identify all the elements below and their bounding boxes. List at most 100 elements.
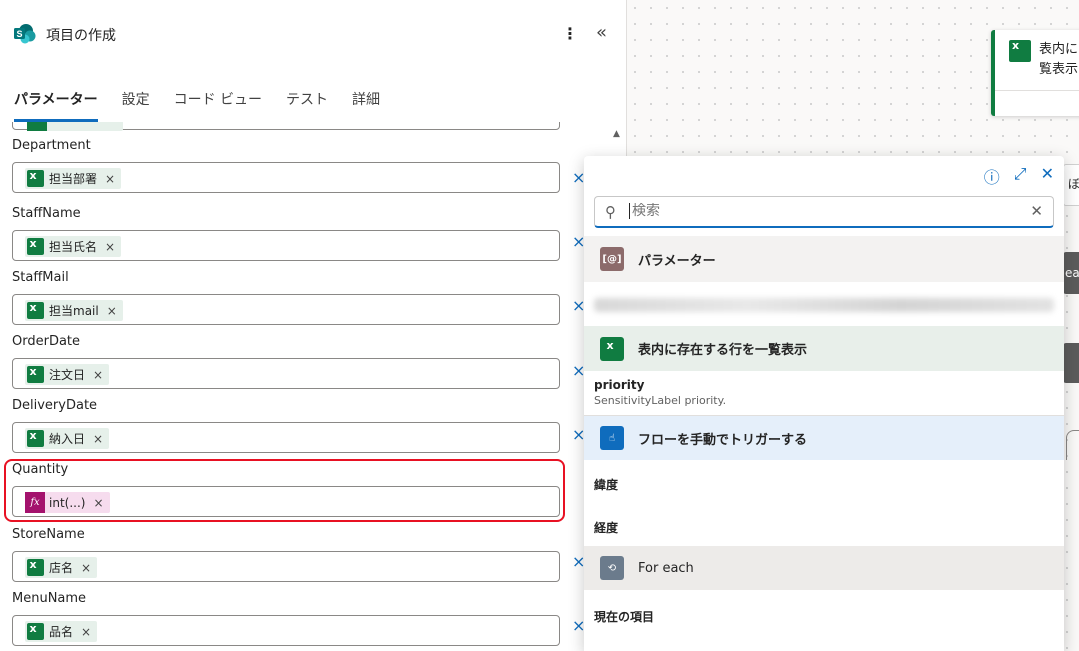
section-label: For each — [638, 560, 694, 576]
tab-details[interactable]: 詳細 — [352, 88, 380, 122]
tab-parameters[interactable]: パラメーター — [14, 88, 98, 122]
excel-icon — [25, 621, 45, 642]
field-staffmail: StaffMail 担当mail × — [12, 268, 560, 325]
dynamic-content-token[interactable]: 店名 × — [25, 557, 98, 578]
canvas-action-card[interactable]: 表内に覧表示 — [991, 30, 1079, 116]
field-input[interactable]: 店名 × — [12, 551, 560, 582]
field-input[interactable]: 注文日 × — [12, 358, 560, 389]
token-label: 注文日 — [49, 368, 86, 382]
excel-icon — [25, 364, 45, 385]
field-staffname: StaffName 担当氏名 × — [12, 204, 560, 261]
list-item-latitude[interactable]: 緯度 — [584, 476, 1064, 493]
section-for-each[interactable]: ⟲ For each — [584, 546, 1064, 590]
canvas-card-title-line2: 覧表示 — [1039, 62, 1079, 77]
section-label: 表内に存在する行を一覧表示 — [638, 343, 808, 358]
field-department: Department 担当部署 × — [12, 136, 560, 193]
token-label: 担当部署 — [49, 172, 98, 186]
dynamic-content-token[interactable]: 注文日 × — [25, 364, 110, 385]
canvas-card-title-line1: 表内に — [1039, 42, 1079, 57]
tab-settings[interactable]: 設定 — [122, 88, 150, 122]
parameters-list[interactable]: Department 担当部署 × × StaffName 担当氏名 × × — [0, 122, 626, 651]
item-name: 緯度 — [594, 478, 619, 492]
token-label: 担当氏名 — [49, 240, 98, 254]
item-name: priority — [594, 378, 645, 392]
function-icon: fx — [25, 492, 45, 513]
close-icon[interactable]: ✕ — [1041, 164, 1054, 188]
info-icon[interactable]: ⓘ — [984, 164, 1000, 188]
remove-token-icon[interactable]: × — [105, 240, 115, 254]
panel-header: S 項目の作成 ⋮ « — [0, 0, 626, 66]
remove-token-icon[interactable]: × — [107, 304, 117, 318]
loop-icon: ⟲ — [600, 556, 624, 580]
section-label: パラメーター — [638, 253, 716, 269]
svg-text:S: S — [16, 29, 22, 39]
section-list-rows[interactable]: 表内に存在する行を一覧表示 — [584, 326, 1064, 371]
field-input[interactable]: 担当部署 × — [12, 162, 560, 193]
clear-search-icon[interactable]: ✕ — [1030, 202, 1043, 220]
list-item-current-item[interactable]: 現在の項目 — [584, 608, 1064, 625]
remove-token-icon[interactable]: × — [93, 368, 103, 382]
sharepoint-icon: S — [14, 24, 36, 48]
remove-token-icon[interactable]: × — [81, 561, 91, 575]
parameter-icon: [@] — [600, 247, 624, 271]
excel-icon — [25, 168, 45, 189]
section-parameters[interactable]: [@] パラメーター — [584, 236, 1064, 282]
scroll-up-arrow-icon[interactable]: ▲ — [613, 129, 620, 139]
dynamic-content-token[interactable]: 担当部署 × — [25, 168, 122, 189]
excel-icon — [600, 336, 624, 361]
search-input[interactable] — [629, 203, 1009, 219]
field-label: StoreName — [12, 527, 85, 542]
dynamic-content-token[interactable]: 納入日 × — [25, 428, 110, 449]
expression-token[interactable]: fx int(...) × — [25, 492, 110, 513]
field-input[interactable]: 納入日 × — [12, 422, 560, 453]
tab-bar: パラメーター 設定 コード ビュー テスト 詳細 — [14, 88, 404, 122]
remove-token-icon[interactable]: × — [105, 172, 115, 186]
field-input[interactable]: 担当mail × — [12, 294, 560, 325]
canvas-node-label: ぼを — [1068, 177, 1079, 191]
expand-icon[interactable]: ⤢ — [1014, 164, 1027, 188]
remove-token-icon[interactable]: × — [81, 625, 91, 639]
remove-token-icon[interactable]: × — [93, 432, 103, 446]
popup-toolbar: ⓘ ⤢ ✕ — [984, 164, 1054, 188]
field-label: StaffMail — [12, 270, 69, 285]
excel-icon — [25, 300, 45, 321]
token-label: 担当mail — [49, 304, 99, 318]
item-name: 経度 — [594, 521, 619, 535]
token-partial — [27, 122, 123, 131]
field-storename: StoreName 店名 × — [12, 525, 560, 582]
field-label: Department — [12, 138, 91, 153]
canvas-connector — [1066, 430, 1079, 460]
list-item-priority[interactable]: priority SensitivityLabel priority. — [584, 378, 1064, 407]
field-menuname: MenuName 品名 × — [12, 589, 560, 646]
action-config-panel: S 項目の作成 ⋮ « パラメーター 設定 コード ビュー テスト 詳細 Dep… — [0, 0, 627, 651]
page-title: 項目の作成 — [46, 28, 116, 44]
dynamic-content-token[interactable]: 品名 × — [25, 621, 98, 642]
field-input[interactable]: 品名 × — [12, 615, 560, 646]
field-input[interactable]: fx int(...) × — [12, 486, 560, 517]
excel-icon — [1009, 39, 1031, 62]
dynamic-content-popup: ⓘ ⤢ ✕ ⚲ ✕ [@] パラメーター 表内に存在する行を一覧表示 prior… — [584, 156, 1064, 651]
field-input[interactable]: 担当氏名 × — [12, 230, 560, 261]
canvas-node[interactable]: ぼを — [1063, 164, 1079, 206]
more-options-button[interactable]: ⋮ — [562, 24, 578, 44]
field-input-partial[interactable] — [12, 122, 560, 131]
section-manual-trigger[interactable]: ☝ フローを手動でトリガーする — [584, 415, 1064, 460]
field-label: DeliveryDate — [12, 398, 98, 413]
token-label: int(...) — [49, 495, 86, 510]
list-item-longitude[interactable]: 経度 — [584, 519, 1064, 536]
item-name: 現在の項目 — [594, 610, 655, 624]
canvas-node[interactable]: ea — [1063, 252, 1079, 294]
item-description: SensitivityLabel priority. — [594, 394, 727, 407]
collapse-panel-button[interactable]: « — [596, 23, 616, 43]
remove-token-icon[interactable]: × — [93, 496, 103, 510]
dynamic-content-token[interactable]: 担当氏名 × — [25, 236, 122, 257]
tab-test[interactable]: テスト — [286, 88, 328, 122]
dynamic-content-token[interactable]: 担当mail × — [25, 300, 123, 321]
canvas-node-label: ea — [1065, 266, 1079, 280]
hand-trigger-icon: ☝ — [600, 426, 624, 450]
search-icon: ⚲ — [605, 203, 616, 221]
canvas-node[interactable] — [1063, 343, 1079, 383]
token-label: 品名 — [49, 625, 74, 639]
excel-icon — [25, 236, 45, 257]
tab-code-view[interactable]: コード ビュー — [174, 88, 262, 122]
